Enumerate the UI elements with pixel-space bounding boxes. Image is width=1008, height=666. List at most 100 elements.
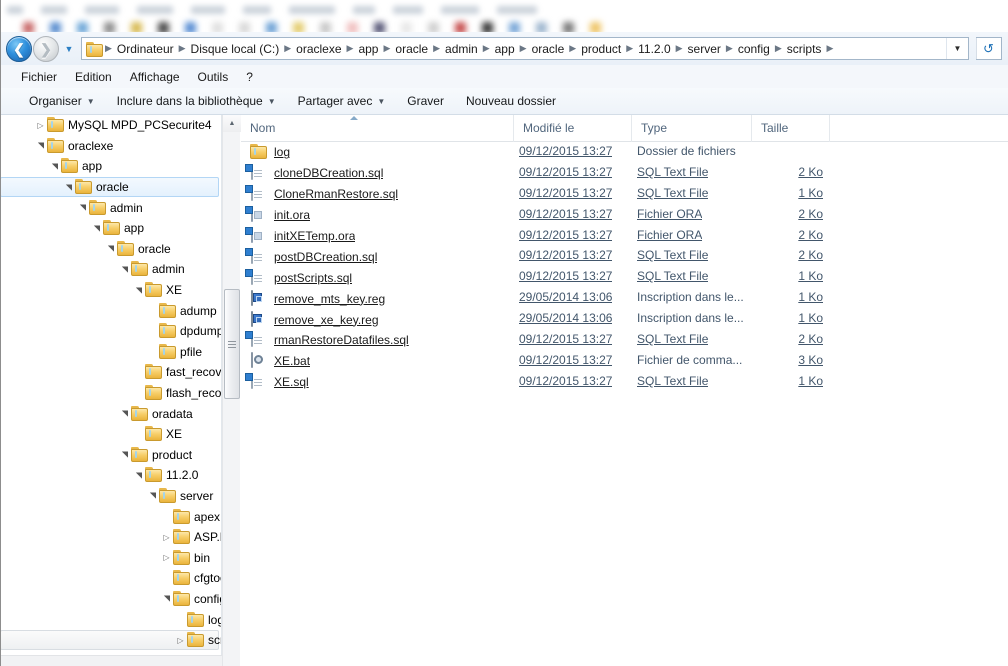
file-name-link[interactable]: initXETemp.ora <box>274 229 355 243</box>
column-header-type[interactable]: Type <box>632 114 752 142</box>
twisty-expanded-icon[interactable]: ◢ <box>146 489 159 502</box>
breadcrumb-item-4[interactable]: oracle <box>391 41 432 57</box>
file-name-link[interactable]: log <box>274 145 290 159</box>
breadcrumb-item-12[interactable]: scripts <box>783 41 826 57</box>
organiser-button[interactable]: Organiser ▼ <box>18 91 106 111</box>
table-row[interactable]: XE.sql 09/12/2015 13:27 SQL Text File 1 Ko <box>241 372 1008 393</box>
menu-item-outils[interactable]: Outils <box>189 68 238 86</box>
table-row[interactable]: initXETemp.ora 09/12/2015 13:27 Fichier OR… <box>241 226 1008 247</box>
tree-item-product[interactable]: ◢ product <box>0 445 221 466</box>
twisty-expanded-icon[interactable]: ◢ <box>132 469 145 482</box>
tree-horizontal-scrollbar[interactable] <box>0 655 222 666</box>
file-list-pane[interactable]: Nom Modifié le Type Taille log 09/12/2015… <box>241 114 1008 666</box>
back-button[interactable]: ❮ <box>6 35 32 62</box>
file-name-link[interactable]: CloneRmanRestore.sql <box>274 187 398 201</box>
menu-item-edition[interactable]: Edition <box>66 68 121 86</box>
twisty-collapsed-icon[interactable]: ▷ <box>34 119 47 132</box>
tree-item-admin[interactable]: ◢ admin <box>0 259 221 280</box>
table-row[interactable]: rmanRestoreDatafiles.sql 09/12/2015 13:27… <box>241 330 1008 351</box>
table-row[interactable]: CloneRmanRestore.sql 09/12/2015 13:27 SQL … <box>241 184 1008 205</box>
tree-item-11-2-0[interactable]: ◢ 11.2.0 <box>0 465 221 486</box>
twisty-collapsed-icon[interactable]: ▷ <box>160 551 173 564</box>
file-name-link[interactable]: remove_mts_key.reg <box>274 292 385 306</box>
breadcrumb-item-10[interactable]: server <box>684 41 725 57</box>
breadcrumb-item-0[interactable]: Ordinateur <box>113 41 178 57</box>
include-in-library-button[interactable]: Inclure dans la bibliothèque ▼ <box>106 91 287 111</box>
tree-item-app[interactable]: ◢ app <box>0 218 221 239</box>
twisty-expanded-icon[interactable]: ◢ <box>76 201 89 214</box>
tree-item-xe[interactable]: ◢ XE <box>0 280 221 301</box>
twisty-expanded-icon[interactable]: ◢ <box>104 242 117 255</box>
menu-item-affichage[interactable]: Affichage <box>121 68 189 86</box>
new-folder-button[interactable]: Nouveau dossier <box>455 91 567 111</box>
tree-item-oradata[interactable]: ◢ oradata <box>0 403 221 424</box>
breadcrumb-item-2[interactable]: oraclexe <box>292 41 345 57</box>
scroll-up-icon[interactable]: ▲ <box>223 115 241 132</box>
file-name-link[interactable]: remove_xe_key.reg <box>274 313 379 327</box>
tree-item-scripts[interactable]: ▷ scripts <box>0 629 221 651</box>
file-name-link[interactable]: XE.bat <box>274 354 310 368</box>
table-row[interactable]: remove_mts_key.reg 29/05/2014 13:06 Inscri… <box>241 288 1008 309</box>
breadcrumb-item-7[interactable]: oracle <box>528 41 569 57</box>
tree-item-app[interactable]: ◢ app <box>0 156 221 177</box>
burn-button[interactable]: Graver <box>396 91 455 111</box>
tree-item-dpdump[interactable]: dpdump <box>0 321 221 342</box>
tree-item-adump[interactable]: adump <box>0 300 221 321</box>
column-header-name[interactable]: Nom <box>241 114 514 142</box>
tree-item-mysql-mpd-pcsecurite4[interactable]: ▷ MySQL MPD_PCSecurite4 <box>0 115 221 136</box>
twisty-expanded-icon[interactable]: ◢ <box>34 139 47 152</box>
breadcrumb-item-3[interactable]: app <box>354 41 382 57</box>
folder-tree-pane[interactable]: ▷ MySQL MPD_PCSecurite4 ◢ oraclexe ◢ app ◢ orac… <box>0 115 222 666</box>
file-name-link[interactable]: cloneDBCreation.sql <box>274 166 383 180</box>
tree-item-config[interactable]: ◢ config <box>0 589 221 610</box>
tree-item-oracle[interactable]: ◢ oracle <box>0 239 221 260</box>
twisty-expanded-icon[interactable]: ◢ <box>160 592 173 605</box>
tree-item-bin[interactable]: ▷ bin <box>0 547 221 568</box>
tree-item-apex[interactable]: apex <box>0 506 221 527</box>
twisty-collapsed-icon[interactable]: ▷ <box>160 531 173 544</box>
file-name-link[interactable]: postDBCreation.sql <box>274 250 377 264</box>
breadcrumb-item-11[interactable]: config <box>734 41 774 57</box>
refresh-icon[interactable]: ↺ <box>976 38 1000 59</box>
twisty-expanded-icon[interactable]: ◢ <box>118 448 131 461</box>
menu-item-help[interactable]: ? <box>237 68 262 86</box>
tree-item-cfgtoollog[interactable]: cfgtoollog <box>0 568 221 589</box>
menu-item-fichier[interactable]: Fichier <box>12 68 66 86</box>
twisty-expanded-icon[interactable]: ◢ <box>132 284 145 297</box>
table-row[interactable]: init.ora 09/12/2015 13:27 Fichier ORA 2 Ko <box>241 205 1008 226</box>
breadcrumb-item-5[interactable]: admin <box>441 41 482 57</box>
file-name-link[interactable]: XE.sql <box>274 375 309 389</box>
scrollbar-thumb[interactable] <box>224 289 240 399</box>
table-row[interactable]: XE.bat 09/12/2015 13:27 Fichier de comma..… <box>241 351 1008 372</box>
tree-item-log[interactable]: log <box>0 609 221 630</box>
twisty-collapsed-icon[interactable]: ▷ <box>174 634 187 647</box>
tree-item-admin[interactable]: ◢ admin <box>0 197 221 218</box>
breadcrumb-item-1[interactable]: Disque local (C:) <box>187 41 284 57</box>
twisty-expanded-icon[interactable]: ◢ <box>118 407 131 420</box>
breadcrumb-item-9[interactable]: 11.2.0 <box>634 41 674 57</box>
tree-item-fast-recovery-a[interactable]: fast_recovery_a <box>0 362 221 383</box>
tree-item-pfile[interactable]: pfile <box>0 342 221 363</box>
table-row[interactable]: cloneDBCreation.sql 09/12/2015 13:27 SQL T… <box>241 163 1008 184</box>
table-row[interactable]: log 09/12/2015 13:27 Dossier de fichiers <box>241 142 1008 163</box>
history-dropdown-icon[interactable]: ▼ <box>62 36 76 62</box>
column-header-size[interactable]: Taille <box>752 114 830 142</box>
chevron-down-icon[interactable]: ▼ <box>946 38 968 59</box>
tree-item-oraclexe[interactable]: ◢ oraclexe <box>0 136 221 157</box>
forward-button[interactable]: ❯ <box>33 35 59 62</box>
column-header-date[interactable]: Modifié le <box>514 114 632 142</box>
tree-item-xe[interactable]: XE <box>0 424 221 445</box>
twisty-expanded-icon[interactable]: ◢ <box>62 181 75 194</box>
tree-item-server[interactable]: ◢ server <box>0 486 221 507</box>
file-name-link[interactable]: rmanRestoreDatafiles.sql <box>274 333 409 347</box>
twisty-expanded-icon[interactable]: ◢ <box>118 263 131 276</box>
file-name-link[interactable]: postScripts.sql <box>274 271 352 285</box>
file-name-link[interactable]: init.ora <box>274 208 310 222</box>
tree-vertical-scrollbar[interactable]: ▲ <box>222 115 241 666</box>
twisty-expanded-icon[interactable]: ◢ <box>90 222 103 235</box>
table-row[interactable]: postDBCreation.sql 09/12/2015 13:27 SQL Te… <box>241 246 1008 267</box>
breadcrumb-item-8[interactable]: product <box>577 41 625 57</box>
breadcrumb-item-6[interactable]: app <box>491 41 519 57</box>
table-row[interactable]: postScripts.sql 09/12/2015 13:27 SQL Text … <box>241 267 1008 288</box>
tree-item-asp-net[interactable]: ▷ ASP.NET <box>0 527 221 548</box>
